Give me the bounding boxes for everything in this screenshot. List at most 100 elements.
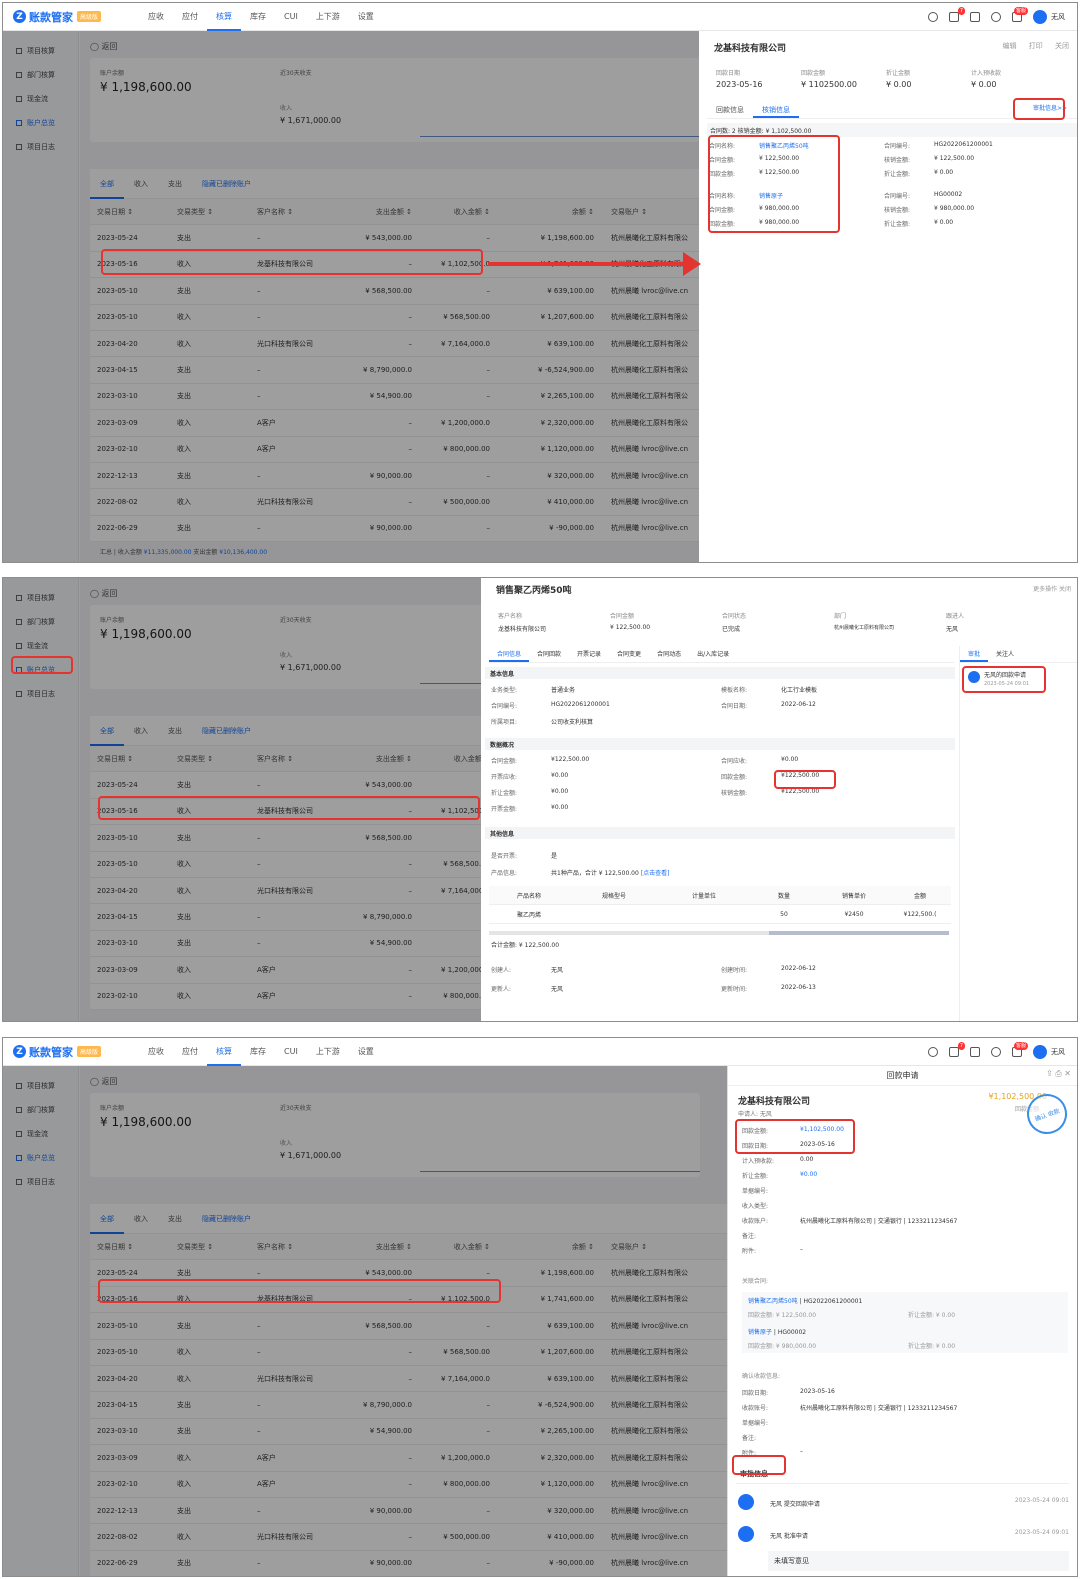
highlight-arrow	[488, 262, 688, 266]
field-row: 产品信息: 共1种产品，合计 ¥ 122,500.00 [点击查看]	[491, 868, 951, 877]
nav-accounting[interactable]: 核算	[207, 1038, 241, 1066]
notification-badge: 7	[957, 6, 965, 15]
user-name[interactable]: 无风	[1051, 1047, 1065, 1057]
grid-icon[interactable]	[970, 1046, 980, 1057]
nav-accounting[interactable]: 核算	[207, 3, 241, 31]
contract-link[interactable]: 销售聚乙丙烯50吨	[748, 1298, 798, 1305]
nav-cui[interactable]: CUI	[275, 1038, 307, 1066]
section-basic: 基本信息	[485, 667, 955, 679]
contract-no: HG00002	[934, 191, 963, 198]
highlight-amount-date	[735, 1119, 855, 1154]
tab-writeoff-info[interactable]: 核销信息	[753, 101, 799, 118]
help-icon[interactable]	[991, 11, 1001, 22]
share-icon[interactable]: ⇪	[1046, 1069, 1053, 1078]
more-actions-button[interactable]: 更多操作 关闭	[1033, 584, 1071, 593]
contract-no: HG2022061200001	[803, 1298, 863, 1305]
nav-supply-chain[interactable]: 上下游	[307, 1038, 349, 1066]
main-nav: 应收 应付 核算 库存 CUI 上下游 设置	[139, 1038, 383, 1066]
kv-value: ¥ 122,500.00	[610, 624, 651, 631]
tab-activity[interactable]: 合同动态	[649, 646, 689, 662]
cell: ¥2450	[844, 910, 864, 918]
bell-icon[interactable]: 7	[949, 1041, 965, 1057]
highlight-sidebar	[11, 656, 73, 674]
app-name: 账款管家	[29, 10, 73, 24]
avatar[interactable]	[1033, 9, 1047, 24]
head-customer: 客户名称 龙基科技有限公司	[498, 611, 610, 633]
field-label: 是否开票:	[491, 853, 518, 860]
field-row: 附件: –	[742, 1448, 1072, 1457]
tab-stock[interactable]: 出/入库记录	[689, 646, 737, 662]
headset-icon[interactable]: 客服	[1012, 6, 1028, 22]
nav-inventory[interactable]: 库存	[241, 3, 275, 31]
panel-title: 销售聚乙丙烯50吨	[496, 586, 572, 596]
kv-value: 已完成	[722, 626, 741, 633]
highlight-approval-link	[1013, 98, 1065, 120]
print-icon[interactable]: ⎙	[1055, 1069, 1061, 1078]
field-value	[781, 717, 951, 726]
help-icon[interactable]	[991, 1046, 1001, 1057]
scrollbar-thumb[interactable]	[769, 931, 949, 935]
col-header: 金额	[913, 892, 926, 900]
tab-change[interactable]: 合同变更	[609, 646, 649, 662]
total-amount: 合计金额: ¥ 122,500.00	[491, 942, 560, 949]
nav-cui[interactable]: CUI	[275, 3, 307, 31]
view-products-link[interactable]: [点击查看]	[641, 868, 670, 877]
add-icon[interactable]	[928, 1046, 938, 1057]
product-table: 产品名称 规格型号 计量单位 数量 销售单价 金额 聚乙丙烯 50 ¥2450 …	[489, 886, 951, 924]
app-name: 账款管家	[29, 1045, 73, 1059]
table-row: 聚乙丙烯 50 ¥2450 ¥122,500.(	[489, 905, 951, 924]
headset-icon[interactable]: 客服	[1012, 1041, 1028, 1057]
add-icon[interactable]	[928, 11, 938, 22]
nav-settings[interactable]: 设置	[349, 1038, 383, 1066]
highlight-row-box	[101, 249, 483, 275]
field-value: 2023-05-16	[800, 1388, 835, 1395]
avatar[interactable]	[1033, 1044, 1047, 1059]
kv-value: ¥ 0.00	[971, 80, 997, 89]
nav-settings[interactable]: 设置	[349, 3, 383, 31]
field-label: 计入预收款:	[742, 1158, 775, 1165]
contract-no: HG2022061200001	[934, 141, 993, 148]
nav-payable[interactable]: 应付	[173, 3, 207, 31]
nav-receivable[interactable]: 应收	[139, 3, 173, 31]
bell-icon[interactable]: 7	[949, 6, 965, 22]
edit-button[interactable]: 编辑	[1003, 42, 1017, 50]
nav-supply-chain[interactable]: 上下游	[307, 3, 349, 31]
kv-label: 回款金额	[801, 70, 826, 77]
grid-icon[interactable]	[970, 11, 980, 22]
tab-invoice[interactable]: 开票记录	[569, 646, 609, 662]
tab-contract-payment[interactable]: 合同回款	[529, 646, 569, 662]
print-button[interactable]: 打印	[1029, 42, 1043, 50]
app-logo[interactable]: Z 账款管家 高级版	[13, 9, 109, 25]
field-label: 收入类型:	[742, 1203, 769, 1210]
field-value: 0.00	[800, 1156, 814, 1163]
field-row: 单据编号:	[742, 1418, 1072, 1427]
company-name: 龙基科技有限公司	[738, 1097, 811, 1107]
field-value	[781, 804, 951, 813]
field-row: 业务类型: 普通业务 模板名称: 化工行业模板	[491, 685, 951, 694]
head-owner: 跟进人 无风	[946, 611, 1058, 633]
user-name[interactable]: 无风	[1051, 12, 1065, 22]
field-label: 折让金额:	[491, 790, 518, 797]
tab-payment-info[interactable]: 回款信息	[707, 101, 753, 118]
field-row: 折让金额: ¥0.00	[742, 1171, 1072, 1180]
field-label: 核销金额:	[721, 790, 748, 797]
field-label: 所属项目:	[491, 719, 518, 726]
close-button[interactable]: 关闭	[1055, 42, 1069, 50]
app-logo[interactable]: Z 账款管家 高级版	[13, 1044, 109, 1060]
tab-followers[interactable]: 关注人	[988, 646, 1022, 662]
discount-amount: ¥ 0.00	[934, 169, 954, 176]
field-label: 单据编号:	[742, 1188, 769, 1195]
field-row: 合同编号: HG2022061200001 合同日期: 2022-06-12	[491, 701, 951, 710]
tab-approval[interactable]: 审批	[960, 646, 989, 662]
horizontal-scrollbar[interactable]	[489, 931, 949, 935]
nav-receivable[interactable]: 应收	[139, 1038, 173, 1066]
contract-link[interactable]: 销售原子	[748, 1329, 772, 1336]
nav-payable[interactable]: 应付	[173, 1038, 207, 1066]
nav-inventory[interactable]: 库存	[241, 1038, 275, 1066]
field-value: ¥0.00	[551, 804, 569, 811]
close-icon[interactable]: ✕	[1064, 1069, 1071, 1078]
total-row: 合计金额: ¥ 122,500.00	[491, 940, 951, 949]
field-label: 合同编号:	[884, 143, 911, 150]
col-header: 计量单位	[691, 892, 716, 900]
tab-contract-info[interactable]: 合同信息	[489, 646, 530, 662]
